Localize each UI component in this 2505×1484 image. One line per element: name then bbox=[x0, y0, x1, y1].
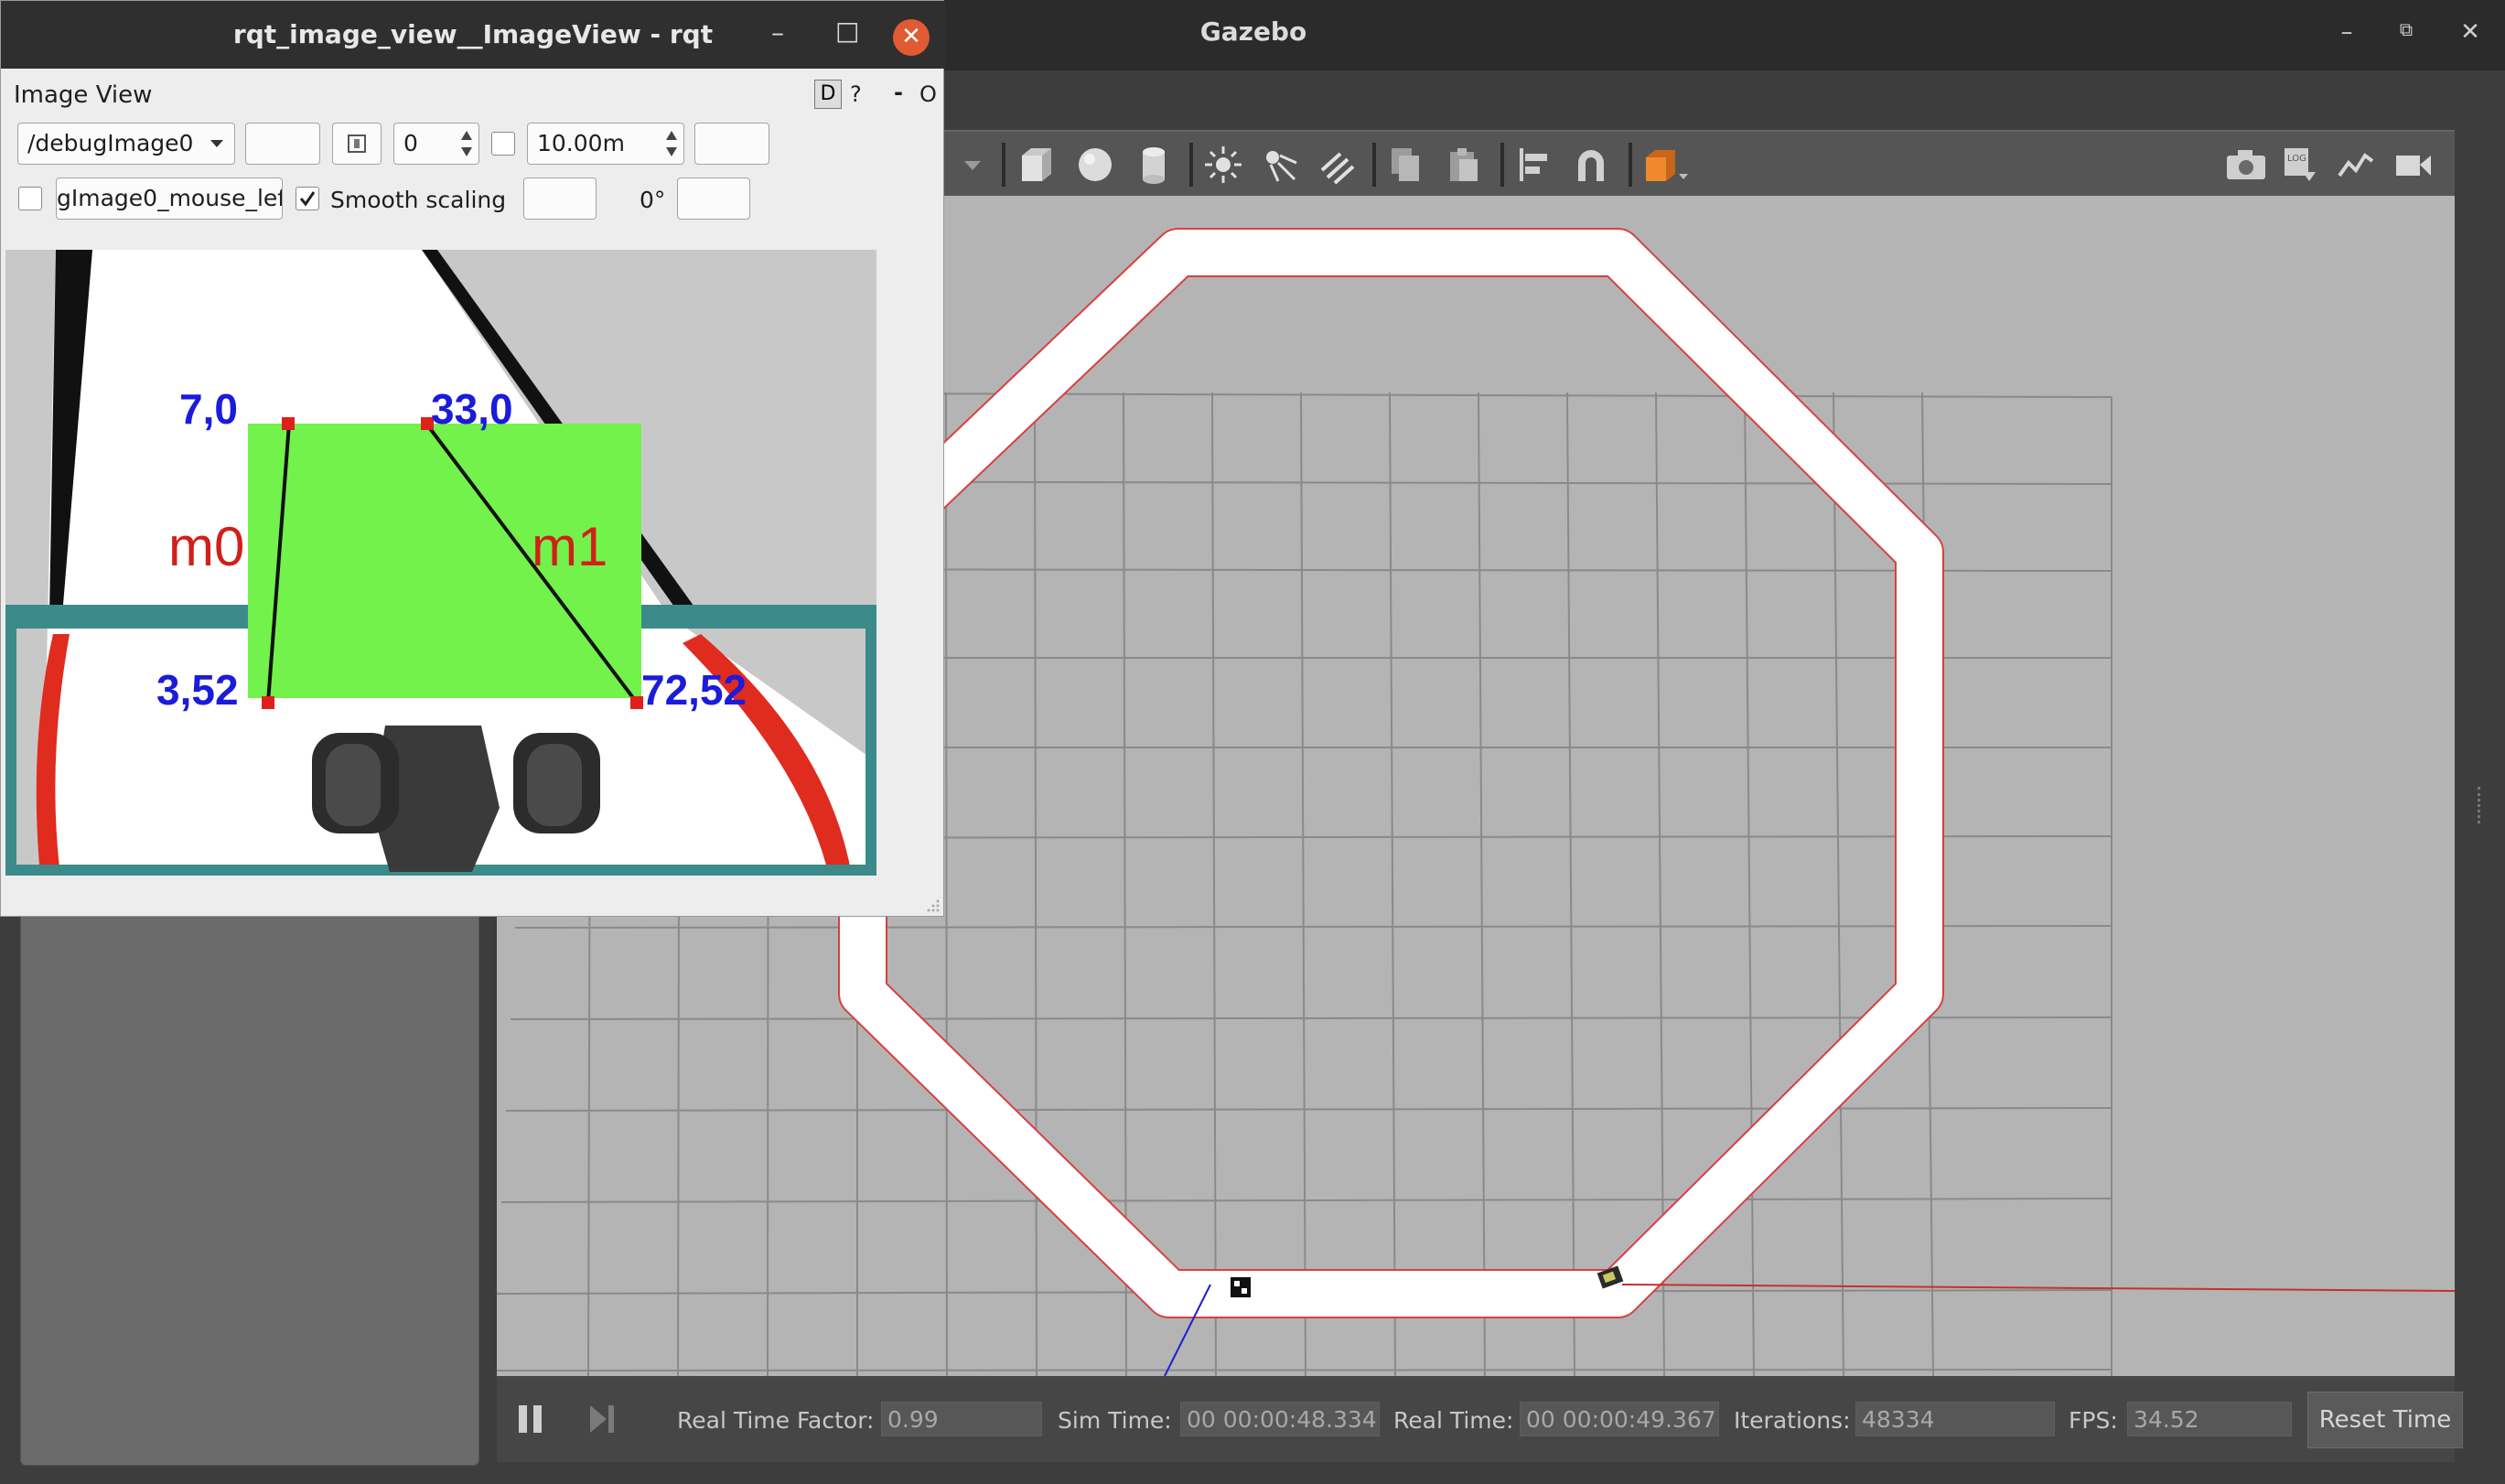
mouse-topic-input[interactable]: gImage0_mouse_left bbox=[56, 177, 283, 220]
num-gridlines-spinbox[interactable]: 0 bbox=[393, 123, 479, 165]
change-view-icon[interactable] bbox=[1642, 145, 1693, 185]
rotate-right-button[interactable] bbox=[677, 177, 750, 220]
point-label-p2: 3,52 bbox=[156, 666, 239, 714]
panel-minimize-button[interactable]: - bbox=[894, 80, 903, 105]
point-label-p3: 72,52 bbox=[641, 666, 747, 714]
m0-label: m0 bbox=[168, 516, 244, 577]
gazebo-close-button[interactable]: ✕ bbox=[2452, 18, 2489, 46]
align-icon[interactable] bbox=[1514, 145, 1554, 185]
spot-light-icon[interactable] bbox=[1260, 145, 1300, 185]
gazebo-window-title: Gazebo bbox=[1199, 16, 1307, 47]
fps-value: 34.52 bbox=[2127, 1402, 2292, 1436]
copy-icon[interactable] bbox=[1386, 145, 1426, 185]
max-range-spinbox[interactable]: 10.00m bbox=[527, 123, 684, 165]
iterations-label: Iterations: bbox=[1734, 1407, 1851, 1434]
rotate-left-button[interactable] bbox=[523, 177, 597, 220]
fps-label: FPS: bbox=[2069, 1407, 2118, 1434]
reset-time-button[interactable]: Reset Time bbox=[2307, 1392, 2463, 1448]
panel-close-button[interactable]: O bbox=[919, 81, 937, 107]
rqt-window-title: rqt_image_view__ImageView - rqt bbox=[232, 19, 714, 49]
smooth-scaling-label: Smooth scaling bbox=[330, 187, 507, 213]
real-time-factor-label: Real Time Factor: bbox=[677, 1407, 875, 1434]
sim-time-value: 00 00:00:48.334 bbox=[1180, 1402, 1380, 1436]
max-range-value: 10.00m bbox=[537, 130, 625, 156]
point-label-p0: 7,0 bbox=[179, 385, 238, 433]
topic-select-value: /debugImage0 bbox=[27, 130, 194, 156]
resize-grip-icon[interactable] bbox=[925, 898, 941, 914]
rqt-titlebar: rqt_image_view__ImageView - rqt – □ ✕ bbox=[1, 1, 945, 69]
spin-arrows-icon[interactable] bbox=[458, 127, 475, 160]
cylinder-shape-icon[interactable] bbox=[1134, 145, 1174, 185]
publish-click-checkbox[interactable] bbox=[18, 187, 42, 210]
debug-image-view[interactable]: 7,0 33,0 3,52 72,52 m0 m1 bbox=[5, 250, 876, 876]
box-shape-icon[interactable] bbox=[1016, 145, 1057, 185]
sphere-shape-icon[interactable] bbox=[1075, 145, 1115, 185]
gazebo-status-bar: Real Time Factor: 0.99 Sim Time: 00 00:0… bbox=[497, 1376, 2455, 1462]
screenshot-camera-icon[interactable] bbox=[2223, 145, 2269, 185]
real-time-label: Real Time: bbox=[1393, 1407, 1514, 1434]
zoom-reset-icon bbox=[348, 134, 366, 153]
toolbar-separator bbox=[1002, 143, 1005, 187]
m1-label: m1 bbox=[532, 516, 607, 577]
save-image-button[interactable] bbox=[694, 123, 769, 165]
pause-icon[interactable] bbox=[515, 1402, 546, 1436]
rqt-minimize-button[interactable]: – bbox=[771, 17, 784, 48]
zoom-1-button[interactable] bbox=[332, 123, 382, 165]
gazebo-left-panel[interactable] bbox=[20, 897, 479, 1466]
mouse-topic-value: gImage0_mouse_left bbox=[57, 185, 283, 211]
debug-image-render: 7,0 33,0 3,52 72,52 m0 m1 bbox=[5, 250, 876, 876]
snap-magnet-icon[interactable] bbox=[1571, 145, 1611, 185]
dropdown-arrow-icon[interactable] bbox=[959, 145, 986, 185]
point-label-p1: 33,0 bbox=[431, 385, 513, 433]
toolbar-separator bbox=[1629, 143, 1632, 187]
check-icon bbox=[299, 191, 316, 207]
dynamic-range-checkbox[interactable] bbox=[491, 132, 515, 156]
refresh-topics-button[interactable] bbox=[245, 123, 320, 165]
panel-title: Image View bbox=[14, 81, 153, 109]
rotation-value: 0° bbox=[640, 187, 666, 213]
directional-light-icon[interactable] bbox=[1317, 145, 1357, 185]
spin-arrows-icon[interactable] bbox=[663, 127, 680, 160]
sim-time-label: Sim Time: bbox=[1058, 1407, 1172, 1434]
step-icon[interactable] bbox=[586, 1402, 618, 1436]
num-gridlines-value: 0 bbox=[403, 130, 418, 156]
toolbar-separator bbox=[1500, 143, 1504, 187]
rqt-maximize-button[interactable]: □ bbox=[835, 16, 859, 46]
panel-help-button[interactable]: ? bbox=[850, 81, 862, 107]
plot-icon[interactable] bbox=[2336, 145, 2376, 185]
real-time-value: 00 00:00:49.367 bbox=[1520, 1402, 1719, 1436]
real-time-factor-value: 0.99 bbox=[881, 1402, 1042, 1436]
topic-select[interactable]: /debugImage0 bbox=[17, 123, 235, 165]
point-light-icon[interactable] bbox=[1203, 145, 1243, 185]
paste-icon[interactable] bbox=[1443, 145, 1483, 185]
chevron-down-icon bbox=[210, 140, 223, 147]
panel-d-button[interactable]: D bbox=[814, 80, 842, 109]
gazebo-minimize-button[interactable]: – bbox=[2328, 18, 2365, 46]
toolbar-separator bbox=[1189, 143, 1193, 187]
gazebo-maximize-button[interactable]: ⧉ bbox=[2388, 18, 2424, 40]
right-splitter-handle[interactable] bbox=[2478, 787, 2486, 823]
rqt-window: rqt_image_view__ImageView - rqt – □ ✕ Im… bbox=[0, 0, 945, 917]
svg-text:LOG: LOG bbox=[2287, 154, 2306, 164]
rqt-close-button[interactable]: ✕ bbox=[893, 19, 930, 56]
toolbar-separator bbox=[1372, 143, 1376, 187]
log-icon[interactable]: LOG bbox=[2279, 145, 2319, 185]
smooth-scaling-checkbox[interactable] bbox=[296, 187, 319, 210]
iterations-value: 48334 bbox=[1855, 1402, 2055, 1436]
video-record-icon[interactable] bbox=[2392, 145, 2433, 185]
